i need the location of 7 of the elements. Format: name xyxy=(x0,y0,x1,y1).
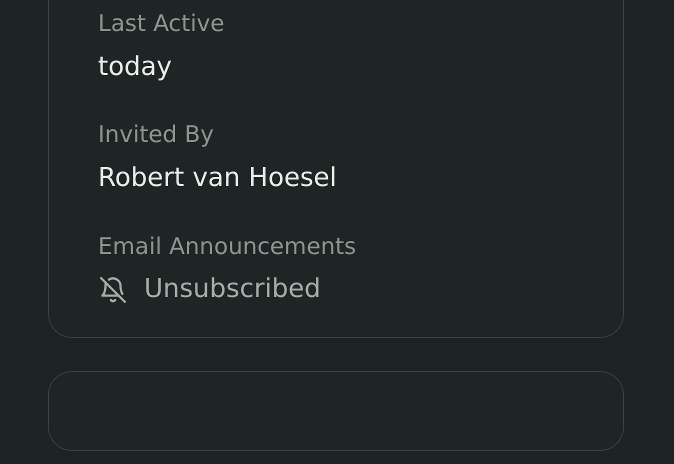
field-label: Email Announcements xyxy=(98,234,358,262)
bell-off-icon xyxy=(98,275,128,306)
field-label: Invited By xyxy=(98,122,215,150)
field-label: Last Active xyxy=(98,11,226,39)
field-value: Unsubscribed xyxy=(144,273,321,306)
field-value: today xyxy=(98,50,173,84)
field-value: Robert van Hoesel xyxy=(98,162,338,195)
